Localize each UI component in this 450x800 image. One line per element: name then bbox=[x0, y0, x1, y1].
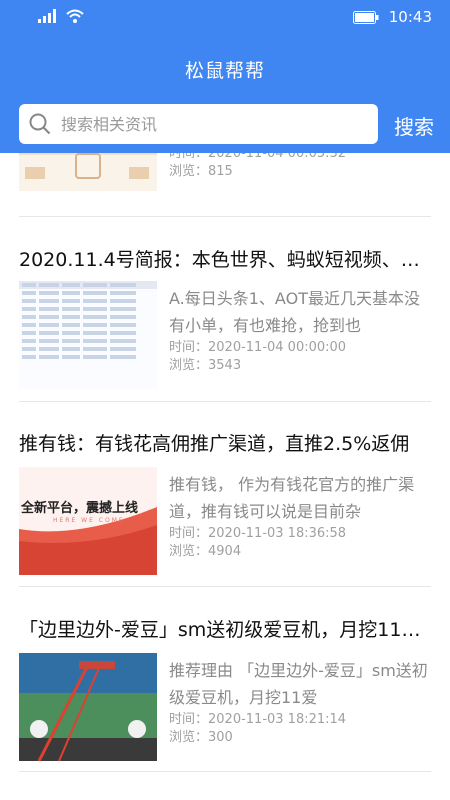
article-item[interactable]: 推有钱：有钱花高佣推广渠道，直推2.5%返佣 全新平台，震撼上线 HERE WE… bbox=[19, 429, 431, 575]
article-item[interactable]: 「边里边外-爱豆」sm送初级爱豆机，月挖11爱豆 推荐理由 「边里边外-爱豆」s… bbox=[19, 615, 431, 761]
article-thumbnail bbox=[19, 281, 157, 389]
cellular-signal-icon bbox=[38, 9, 56, 23]
article-views: 浏览：3543 bbox=[169, 358, 242, 373]
wifi-icon bbox=[66, 9, 84, 23]
article-views: 浏览：815 bbox=[169, 164, 233, 179]
divider bbox=[19, 216, 431, 217]
divider bbox=[19, 771, 431, 772]
article-summary: A.每日头条1、AOT最近几天基本没有小单，有也难抢，抢到也 bbox=[169, 289, 420, 335]
article-list[interactable]: 时间：2020-11-04 00:05:32 浏览：815 2020.11.4号… bbox=[0, 153, 450, 800]
app-header: 松鼠帮帮 搜索 bbox=[0, 36, 450, 153]
status-time: 10:43 bbox=[388, 8, 432, 26]
search-box[interactable] bbox=[19, 104, 378, 144]
status-bar: 10:43 bbox=[0, 0, 450, 36]
status-icons-left bbox=[38, 9, 84, 23]
divider bbox=[19, 401, 431, 402]
article-views: 浏览：300 bbox=[169, 730, 233, 745]
thumbnail-promo-text: 全新平台，震撼上线 bbox=[21, 501, 139, 516]
article-summary: 推有钱， 作为有钱花官方的推广渠道，推有钱可以说是目前杂 bbox=[169, 475, 415, 521]
search-icon bbox=[29, 113, 51, 135]
search-input[interactable] bbox=[59, 113, 363, 135]
article-title: 推有钱：有钱花高佣推广渠道，直推2.5%返佣 bbox=[19, 433, 410, 455]
article-item[interactable]: 时间：2020-11-04 00:05:32 浏览：815 bbox=[19, 153, 431, 191]
thumbnail-promo-subtext: HERE WE COME bbox=[53, 517, 125, 524]
article-time: 时间：2020-11-04 00:00:00 bbox=[169, 340, 347, 355]
article-thumbnail: 全新平台，震撼上线 HERE WE COME bbox=[19, 467, 157, 575]
divider bbox=[19, 586, 431, 587]
article-title: 「边里边外-爱豆」sm送初级爱豆机，月挖11爱豆 bbox=[19, 619, 431, 641]
article-time: 时间：2020-11-03 18:21:14 bbox=[169, 712, 347, 727]
battery-icon bbox=[352, 10, 379, 24]
page-title: 松鼠帮帮 bbox=[184, 60, 265, 82]
article-thumbnail bbox=[19, 653, 157, 761]
article-summary: 推荐理由 「边里边外-爱豆」sm送初级爱豆机，月挖11爱 bbox=[169, 661, 428, 707]
article-title: 2020.11.4号简报：本色世界、蚂蚁短视频、AOT等 bbox=[19, 249, 431, 271]
article-thumbnail bbox=[19, 153, 157, 191]
article-views: 浏览：4904 bbox=[169, 544, 242, 559]
article-item[interactable]: 2020.11.4号简报：本色世界、蚂蚁短视频、AOT等 A.每日头条1、AOT… bbox=[19, 245, 431, 389]
article-time: 时间：2020-11-04 00:05:32 bbox=[169, 153, 347, 161]
article-time: 时间：2020-11-03 18:36:58 bbox=[169, 526, 347, 541]
search-button[interactable]: 搜索 bbox=[394, 111, 434, 140]
